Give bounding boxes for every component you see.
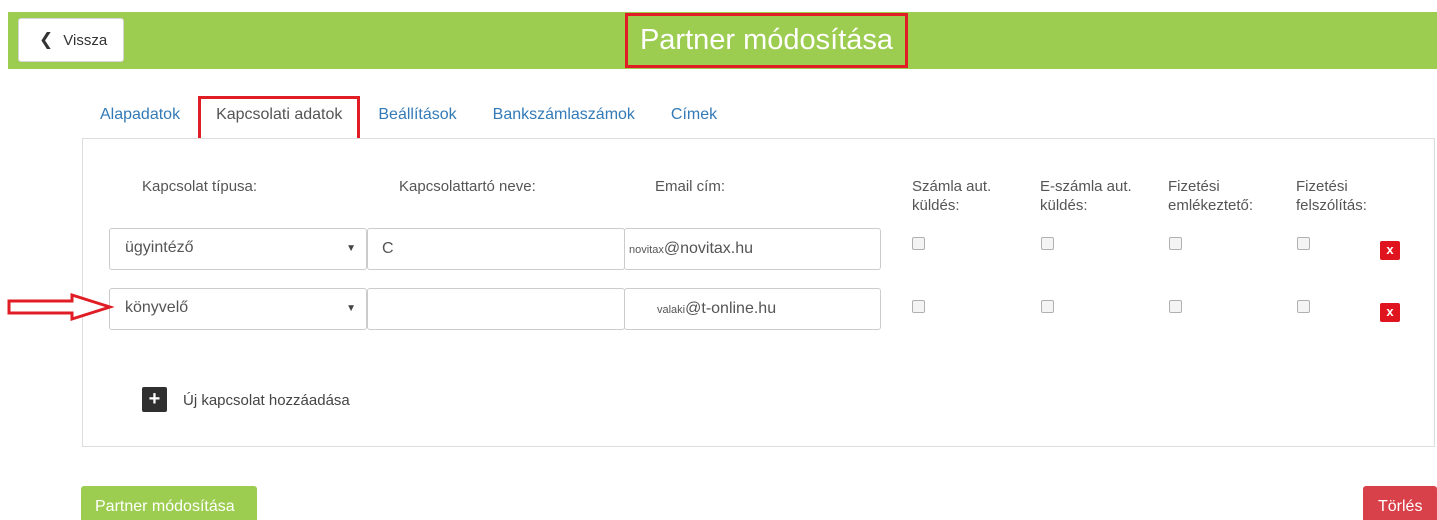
reminder-checkbox[interactable] <box>1169 300 1182 313</box>
invoice-send-checkbox[interactable] <box>912 300 925 313</box>
tab-cimek[interactable]: Címek <box>653 96 735 138</box>
tab-alapadatok[interactable]: Alapadatok <box>82 96 198 138</box>
column-header-name: Kapcsolattartó neve: <box>399 178 536 195</box>
contact-name-input[interactable]: C <box>367 228 625 270</box>
demand-checkbox[interactable] <box>1297 237 1310 250</box>
column-header-reminder-line1: Fizetési <box>1168 178 1220 195</box>
contact-email-input[interactable]: valaki@t-online.hu <box>624 288 881 330</box>
chevron-left-icon: ❮ <box>39 30 54 49</box>
column-header-type: Kapcsolat típusa: <box>142 178 258 195</box>
column-header-demand-line2: felszólítás: <box>1296 197 1367 214</box>
demand-checkbox[interactable] <box>1297 300 1310 313</box>
dropdown-caret-icon: ▼ <box>346 243 356 254</box>
column-header-email: Email cím: <box>655 178 726 195</box>
tab-beallitasok[interactable]: Beállítások <box>360 96 474 138</box>
email-domain: @novitax.hu <box>663 240 754 257</box>
tab-bankszamlaszamok[interactable]: Bankszámlaszámok <box>475 96 653 138</box>
email-domain: @t-online.hu <box>685 300 777 317</box>
tab-bar: Alapadatok Kapcsolati adatok Beállítások… <box>82 96 735 138</box>
column-header-invoice-send-line1: Számla aut. <box>912 178 992 195</box>
delete-row-button[interactable]: x <box>1380 241 1400 260</box>
einvoice-send-checkbox[interactable] <box>1041 300 1054 313</box>
column-header-einvoice-send-line1: E-számla aut. <box>1040 178 1132 195</box>
contact-type-value: könyvelő <box>125 299 189 316</box>
delete-row-button[interactable]: x <box>1380 303 1400 322</box>
contact-name-input[interactable] <box>367 288 625 330</box>
email-user: novitax <box>629 244 664 256</box>
contact-email-input[interactable]: novitax@novitax.hu <box>624 228 881 270</box>
tab-kapcsolati-adatok[interactable]: Kapcsolati adatok <box>198 96 361 138</box>
page-title-highlight: Partner módosítása <box>625 13 908 68</box>
invoice-send-checkbox[interactable] <box>912 237 925 250</box>
delete-partner-button[interactable]: Törlés <box>1363 486 1437 520</box>
column-header-invoice-send: Számla aut. küldés: <box>912 177 991 215</box>
add-contact-button[interactable]: + <box>142 387 167 412</box>
column-header-demand: Fizetési felszólítás: <box>1296 177 1367 215</box>
back-button-label: Vissza <box>63 31 108 49</box>
save-partner-button[interactable]: Partner módosítása <box>81 486 257 520</box>
column-header-einvoice-send: E-számla aut. küldés: <box>1040 177 1132 215</box>
reminder-checkbox[interactable] <box>1169 237 1182 250</box>
column-header-einvoice-send-line2: küldés: <box>1040 197 1088 214</box>
header-bar: ❮ Vissza Partner módosítása <box>8 12 1437 69</box>
page-title: Partner módosítása <box>639 24 894 56</box>
back-button[interactable]: ❮ Vissza <box>18 18 124 62</box>
dropdown-caret-icon: ▼ <box>346 303 356 314</box>
einvoice-send-checkbox[interactable] <box>1041 237 1054 250</box>
arrow-right-icon <box>7 292 114 322</box>
contact-type-select[interactable]: könyvelő ▼ <box>109 288 367 330</box>
contact-type-select[interactable]: ügyintéző ▼ <box>109 228 367 270</box>
column-header-reminder: Fizetési emlékeztető: <box>1168 177 1253 215</box>
column-header-reminder-line2: emlékeztető: <box>1168 197 1254 214</box>
contact-type-value: ügyintéző <box>125 239 194 256</box>
add-contact-label[interactable]: Új kapcsolat hozzáadása <box>183 392 350 409</box>
email-user: valaki <box>657 304 686 316</box>
column-header-demand-line1: Fizetési <box>1296 178 1348 195</box>
column-header-invoice-send-line2: küldés: <box>912 197 960 214</box>
